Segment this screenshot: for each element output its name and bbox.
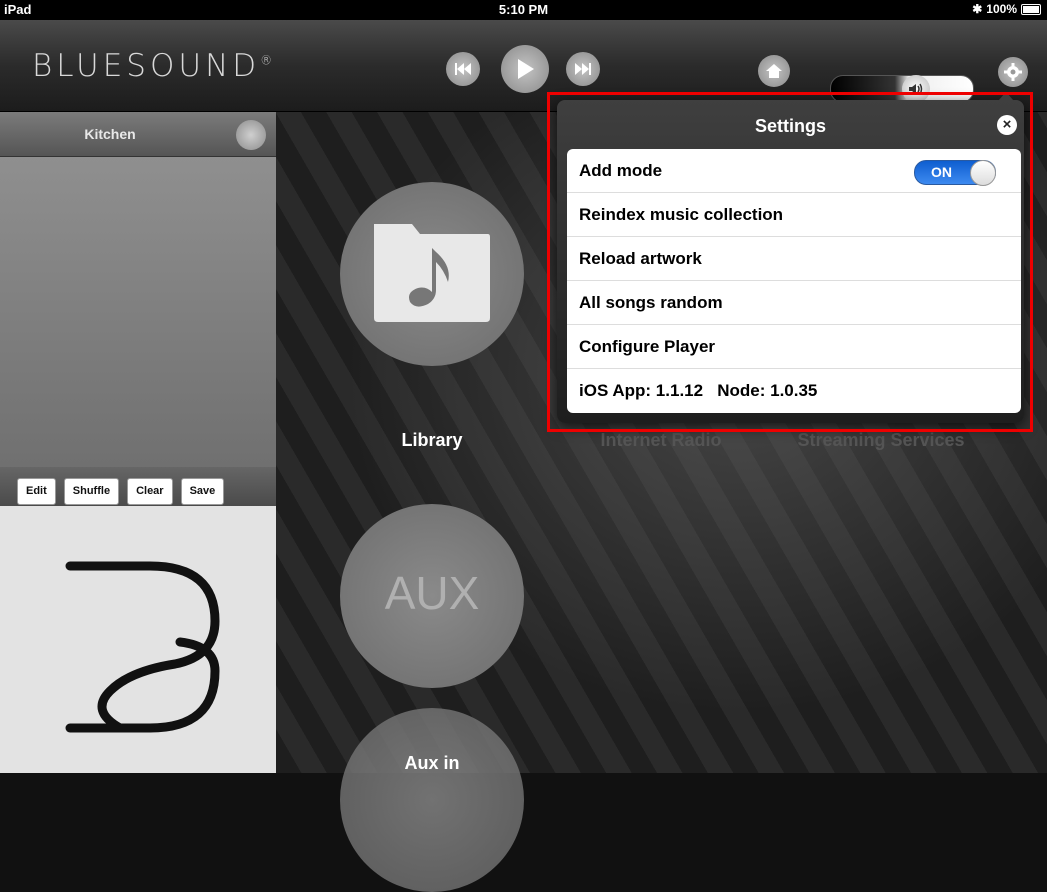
all-songs-random-item[interactable]: All songs random xyxy=(567,281,1021,325)
reload-artwork-item[interactable]: Reload artwork xyxy=(567,237,1021,281)
previous-track-button[interactable] xyxy=(446,52,480,86)
toggle-knob[interactable] xyxy=(970,160,996,186)
play-queue[interactable] xyxy=(0,157,276,467)
configure-player-item[interactable]: Configure Player xyxy=(567,325,1021,369)
bluesound-logo-icon xyxy=(65,561,220,733)
now-playing-artwork xyxy=(0,506,276,773)
status-bar: iPad 5:10 PM ✱ 100% xyxy=(0,0,1047,20)
play-button[interactable] xyxy=(501,45,549,93)
gear-icon xyxy=(1004,63,1022,81)
player-sidebar: Kitchen Edit Shuffle Clear Save xyxy=(0,112,276,773)
shuffle-button[interactable]: Shuffle xyxy=(63,478,120,505)
home-button[interactable] xyxy=(758,55,790,87)
aux-tile[interactable]: AUX xyxy=(340,504,524,688)
version-info: iOS App: 1.1.12 Node: 1.0.35 xyxy=(579,381,818,400)
home-icon xyxy=(766,64,782,78)
volume-slider[interactable] xyxy=(830,75,974,103)
next-track-button[interactable] xyxy=(566,52,600,86)
add-mode-label: Add mode xyxy=(579,161,663,180)
toggle-state: ON xyxy=(931,164,952,180)
zone-name: Kitchen xyxy=(84,126,136,142)
settings-button[interactable] xyxy=(998,57,1028,87)
settings-title: Settings xyxy=(754,116,826,136)
battery-status: ✱ 100% xyxy=(972,2,1041,16)
bluetooth-icon: ✱ xyxy=(972,2,983,16)
battery-icon xyxy=(1021,3,1041,15)
zone-header: Kitchen xyxy=(0,112,276,157)
group-players-icon[interactable] xyxy=(236,120,266,150)
aux-in-label[interactable]: Aux in xyxy=(380,753,484,774)
logo-registered-mark: ® xyxy=(260,53,273,68)
aux-tile-text: AUX xyxy=(384,567,480,619)
settings-popover: Settings × Add mode ON Reindex music col… xyxy=(557,92,1024,423)
clear-button[interactable]: Clear xyxy=(127,478,173,505)
battery-percent: 100% xyxy=(986,2,1017,16)
speaker-icon xyxy=(909,83,923,95)
close-icon[interactable]: × xyxy=(997,115,1017,135)
volume-knob[interactable] xyxy=(902,75,930,103)
app-logo: BLUESOUND® xyxy=(32,48,272,84)
add-mode-toggle[interactable]: ON xyxy=(914,160,996,186)
next-track-icon xyxy=(575,63,591,75)
reindex-music-collection-item[interactable]: Reindex music collection xyxy=(567,193,1021,237)
edit-button[interactable]: Edit xyxy=(17,478,56,505)
library-tile[interactable] xyxy=(340,182,524,366)
aux-in-tile[interactable] xyxy=(340,708,524,892)
streaming-services-label[interactable]: Streaming Services xyxy=(781,430,981,451)
previous-track-icon xyxy=(455,63,471,75)
add-mode-row: Add mode ON xyxy=(567,149,1021,193)
library-label[interactable]: Library xyxy=(380,430,484,451)
music-folder-icon xyxy=(374,224,490,322)
save-button[interactable]: Save xyxy=(180,478,225,505)
header-bar: BLUESOUND® xyxy=(0,20,1047,112)
settings-list: Add mode ON Reindex music collection Rel… xyxy=(567,149,1021,413)
internet-radio-label[interactable]: Internet Radio xyxy=(576,430,746,451)
logo-text: BLUESOUND xyxy=(32,48,261,84)
play-icon xyxy=(518,59,534,79)
clock: 5:10 PM xyxy=(498,2,549,17)
